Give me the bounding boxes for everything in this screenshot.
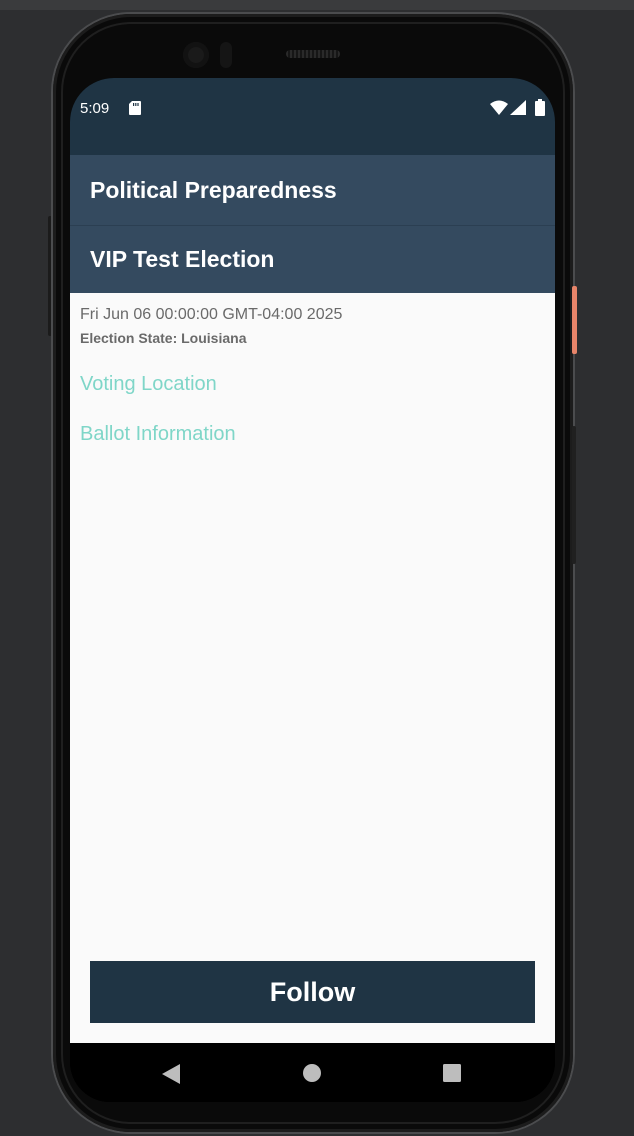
battery-icon — [535, 99, 545, 116]
election-detail-content: Fri Jun 06 00:00:00 GMT-04:00 2025 Elect… — [70, 293, 555, 1043]
election-name: VIP Test Election — [90, 246, 275, 272]
app-title: Political Preparedness — [90, 177, 337, 203]
ballot-information-link[interactable]: Ballot Information — [80, 423, 236, 446]
power-button[interactable] — [572, 286, 577, 354]
election-state: Election State: Louisiana — [80, 330, 247, 346]
earpiece-speaker — [286, 50, 340, 58]
navigation-bar — [70, 1043, 555, 1102]
follow-button[interactable]: Follow — [90, 961, 535, 1023]
home-icon[interactable] — [302, 1063, 322, 1083]
front-camera — [183, 42, 209, 68]
phone-left-edge — [48, 216, 52, 336]
app-bar: Political Preparedness — [70, 155, 555, 226]
voting-location-link[interactable]: Voting Location — [80, 373, 217, 396]
election-header: VIP Test Election — [70, 226, 555, 293]
wifi-icon — [490, 100, 508, 115]
window-top-strip — [0, 0, 634, 10]
sd-card-icon — [129, 101, 141, 115]
status-time: 5:09 — [80, 100, 110, 117]
back-icon[interactable] — [162, 1064, 180, 1084]
status-bar: 5:09 — [70, 78, 555, 155]
signal-icon — [510, 100, 526, 115]
election-date: Fri Jun 06 00:00:00 GMT-04:00 2025 — [80, 306, 343, 323]
proximity-sensor — [220, 42, 232, 68]
recents-icon[interactable] — [443, 1064, 461, 1082]
device-screen: 5:09 Political Preparedness VIP Test Ele… — [70, 78, 555, 1102]
volume-button[interactable] — [572, 426, 576, 564]
